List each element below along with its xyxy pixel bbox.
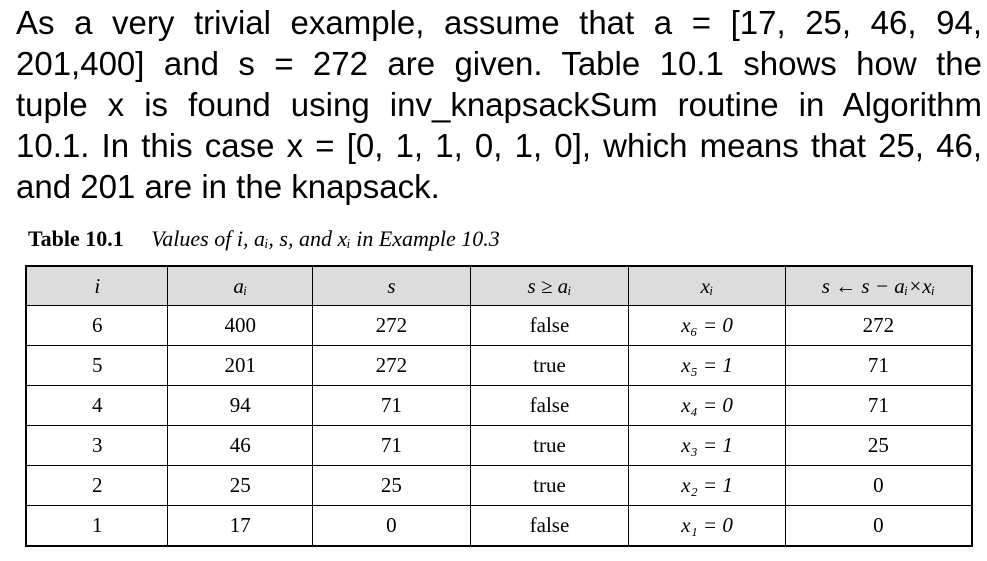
cell-s-new: 71 <box>784 385 973 426</box>
cell-i: 6 <box>25 305 169 346</box>
table-row: 5 201 272 true x₅ = 1 71 <box>25 345 973 386</box>
cell-s: 272 <box>312 345 471 386</box>
cell-s-new: 25 <box>784 425 973 466</box>
cell-a: 94 <box>167 385 314 426</box>
cell-s: 25 <box>312 465 471 506</box>
cell-s: 0 <box>312 505 471 547</box>
header-comparison: s ≥ aᵢ <box>469 265 630 306</box>
cell-x: x₄ = 0 <box>628 385 786 426</box>
header-ai: aᵢ <box>167 265 314 306</box>
cell-x: x₃ = 1 <box>628 425 786 466</box>
header-xi: xᵢ <box>628 265 786 306</box>
cell-s-new: 0 <box>784 505 973 547</box>
values-table: i aᵢ s s ≥ aᵢ xᵢ s ← s − aᵢ×xᵢ 6 400 272… <box>25 265 973 547</box>
cell-a: 400 <box>167 305 314 346</box>
cell-comparison: true <box>469 465 630 506</box>
cell-comparison: true <box>469 425 630 466</box>
body-paragraph: As a very trivial example, assume that a… <box>16 2 982 207</box>
paragraph-line: As a very trivial example, assume that a… <box>16 4 982 41</box>
cell-i: 3 <box>25 425 169 466</box>
paragraph-line: 201,400] and s = 272 are given. Table 10… <box>16 45 982 82</box>
cell-x: x₁ = 0 <box>628 505 786 547</box>
cell-a: 46 <box>167 425 314 466</box>
cell-s: 71 <box>312 425 471 466</box>
table-row: 6 400 272 false x₆ = 0 272 <box>25 305 973 346</box>
cell-i: 4 <box>25 385 169 426</box>
cell-a: 25 <box>167 465 314 506</box>
cell-x: x₂ = 1 <box>628 465 786 506</box>
header-s: s <box>312 265 471 306</box>
table-row: 1 17 0 false x₁ = 0 0 <box>25 505 973 547</box>
paragraph-line: tuple x is found using inv_knapsackSum r… <box>16 86 982 123</box>
cell-x: x₅ = 1 <box>628 345 786 386</box>
cell-s-new: 0 <box>784 465 973 506</box>
cell-comparison: false <box>469 505 630 547</box>
header-i: i <box>25 265 169 306</box>
cell-x: x₆ = 0 <box>628 305 786 346</box>
table-row: 4 94 71 false x₄ = 0 71 <box>25 385 973 426</box>
cell-comparison: true <box>469 345 630 386</box>
table-caption-title: Values of i, aᵢ, s, and xᵢ in Example 10… <box>151 226 500 251</box>
paragraph-line: 10.1. In this case x = [0, 1, 1, 0, 1, 0… <box>16 127 982 164</box>
table-row: 3 46 71 true x₃ = 1 25 <box>25 425 973 466</box>
cell-a: 201 <box>167 345 314 386</box>
cell-comparison: false <box>469 305 630 346</box>
cell-s-new: 71 <box>784 345 973 386</box>
cell-s: 71 <box>312 385 471 426</box>
cell-comparison: false <box>469 385 630 426</box>
cell-i: 2 <box>25 465 169 506</box>
cell-a: 17 <box>167 505 314 547</box>
cell-s-new: 272 <box>784 305 973 346</box>
cell-i: 5 <box>25 345 169 386</box>
table-row: 2 25 25 true x₂ = 1 0 <box>25 465 973 506</box>
cell-s: 272 <box>312 305 471 346</box>
paragraph-line: and 201 are in the knapsack. <box>16 168 440 205</box>
table-caption: Table 10.1 Values of i, aᵢ, s, and xᵢ in… <box>28 226 500 252</box>
table-header-row: i aᵢ s s ≥ aᵢ xᵢ s ← s − aᵢ×xᵢ <box>25 265 973 306</box>
cell-i: 1 <box>25 505 169 547</box>
table-caption-label: Table 10.1 <box>28 226 124 251</box>
header-s-update: s ← s − aᵢ×xᵢ <box>784 265 973 306</box>
